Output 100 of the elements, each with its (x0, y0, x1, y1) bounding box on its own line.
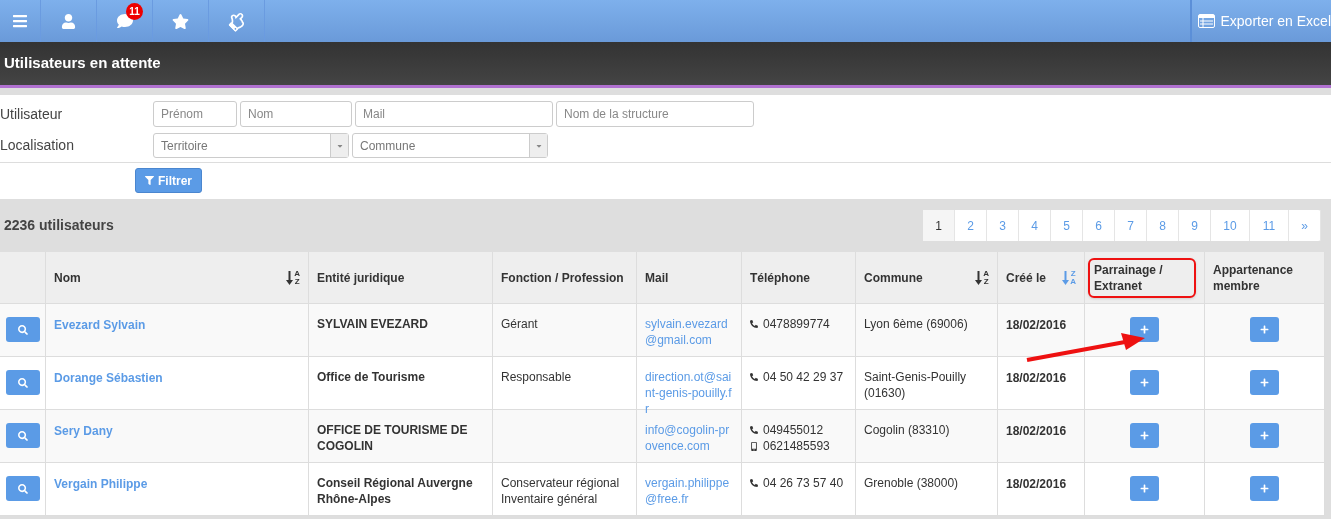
column-header: Nom A Z (46, 252, 309, 303)
filter-label: Utilisateur (0, 104, 64, 124)
search-button[interactable] (5, 423, 40, 448)
phone-number: 049455012 (763, 422, 824, 438)
add-button[interactable] (1130, 423, 1159, 448)
page-link[interactable]: 6 (1083, 210, 1115, 241)
table-cell: Conseil Régional Auvergne Rhône-Alpes (317, 476, 473, 506)
search-button[interactable] (5, 317, 40, 342)
filter-label: Localisation (0, 136, 75, 155)
plus-icon (1140, 325, 1149, 334)
add-button[interactable] (1130, 370, 1159, 395)
plus-icon (1140, 431, 1149, 440)
column-header: Appartenance membre (1205, 252, 1325, 303)
phone-icon (750, 479, 758, 487)
phone-icon (750, 373, 758, 381)
sort-letter: Z (294, 277, 300, 286)
phone-icon (750, 320, 758, 328)
select-field[interactable]: Territoire (153, 133, 349, 158)
chat-bubble-icon (115, 13, 134, 29)
search-button[interactable] (5, 476, 40, 501)
table-cell: Cogolin (83310) (864, 423, 950, 437)
add-button[interactable] (1250, 423, 1279, 448)
page-link[interactable]: 3 (987, 210, 1019, 241)
page-link[interactable]: 5 (1051, 210, 1083, 241)
email-link[interactable]: sylvain.evezard@gmail.com (645, 316, 733, 348)
add-button[interactable] (1250, 476, 1279, 501)
add-button[interactable] (1250, 317, 1279, 342)
menu-icon (12, 13, 28, 29)
column-header: Entité juridique (309, 252, 493, 303)
plus-icon (1140, 484, 1149, 493)
table-cell: SYLVAIN EVEZARD (317, 317, 428, 331)
column-header: Téléphone (742, 252, 856, 303)
user-name-link[interactable]: Vergain Philippe (54, 477, 148, 491)
plus-icon (1260, 431, 1269, 440)
sort-toggle[interactable]: A Z (975, 269, 989, 286)
email-link[interactable]: info@cogolin-provence.com (645, 422, 733, 454)
text-field[interactable]: Mail (355, 101, 553, 127)
sort-letter: A (294, 269, 300, 278)
sort-letter: Z (1070, 269, 1076, 278)
text-field[interactable]: Nom (240, 101, 352, 127)
search-button[interactable] (5, 370, 40, 395)
user-name-link[interactable]: Sery Dany (54, 424, 113, 438)
sort-toggle[interactable]: Z A (1062, 269, 1076, 286)
user-name-link[interactable]: Dorange Sébastien (54, 371, 163, 385)
add-button[interactable] (1130, 476, 1159, 501)
page-link[interactable]: 4 (1019, 210, 1051, 241)
table-cell: Saint-Genis-Pouilly (01630) (864, 370, 967, 400)
sort-letter: A (1070, 277, 1076, 286)
down-arrow-icon (975, 270, 983, 285)
table-cell: OFFICE DE TOURISME DE COGOLIN (317, 423, 468, 453)
phone-number: 04 50 42 29 37 (763, 369, 844, 385)
date-cell: 18/02/2016 (1006, 424, 1067, 438)
column-header: Parrainage / Extranet (1085, 252, 1205, 303)
page-link[interactable]: 9 (1179, 210, 1211, 241)
page-link[interactable]: 8 (1147, 210, 1179, 241)
mobile-icon (750, 441, 758, 451)
table-cell: Responsable (501, 370, 572, 384)
notification-badge: 11 (126, 3, 143, 20)
page-link[interactable]: 7 (1115, 210, 1147, 241)
page-link[interactable]: 1 (923, 210, 955, 241)
phone-number: 04 26 73 57 40 (763, 475, 844, 491)
table-cell: Lyon 6ème (69006) (864, 317, 968, 331)
page-link[interactable]: 2 (955, 210, 987, 241)
table-cell: Conservateur régional Inventaire général (501, 476, 620, 506)
text-field[interactable]: Prénom (153, 101, 237, 127)
table-cell: Grenoble (38000) (864, 476, 959, 490)
add-button[interactable] (1250, 370, 1279, 395)
text-field[interactable]: Nom de la structure (556, 101, 754, 127)
table-cell: Gérant (501, 317, 538, 331)
page-title: Utilisateurs en attente (4, 53, 161, 74)
filter-icon (145, 176, 154, 185)
page-link[interactable]: 10 (1211, 210, 1250, 241)
page-link[interactable]: 11 (1250, 210, 1289, 241)
email-link[interactable]: direction.ot@saint-genis-pouilly.fr (645, 369, 733, 417)
user-count: 2236 utilisateurs (4, 216, 114, 235)
page-link[interactable]: » (1289, 210, 1321, 241)
plus-icon (1260, 484, 1269, 493)
table-cell: Office de Tourisme (317, 370, 425, 384)
column-header: Commune A Z (856, 252, 998, 303)
phone-icon (750, 426, 758, 434)
date-cell: 18/02/2016 (1006, 477, 1067, 491)
user-name-link[interactable]: Evezard Sylvain (54, 318, 146, 332)
table-icon (1197, 14, 1215, 28)
phone-number: 0621485593 (763, 438, 830, 454)
plus-icon (1260, 378, 1269, 387)
down-arrow-icon (1062, 270, 1070, 285)
sort-toggle[interactable]: A Z (286, 269, 300, 286)
date-cell: 18/02/2016 (1006, 371, 1067, 385)
select-field[interactable]: Commune (352, 133, 548, 158)
search-icon (17, 430, 28, 441)
plus-icon (1140, 378, 1149, 387)
user-icon (61, 13, 76, 29)
email-link[interactable]: vergain.philippe@free.fr (645, 475, 733, 507)
filter-button[interactable]: Filtrer (135, 168, 202, 193)
search-icon (17, 483, 28, 494)
date-cell: 18/02/2016 (1006, 318, 1067, 332)
sort-letter: A (983, 269, 989, 278)
search-icon (17, 324, 28, 335)
star-icon (172, 12, 189, 30)
search-icon (17, 377, 28, 388)
